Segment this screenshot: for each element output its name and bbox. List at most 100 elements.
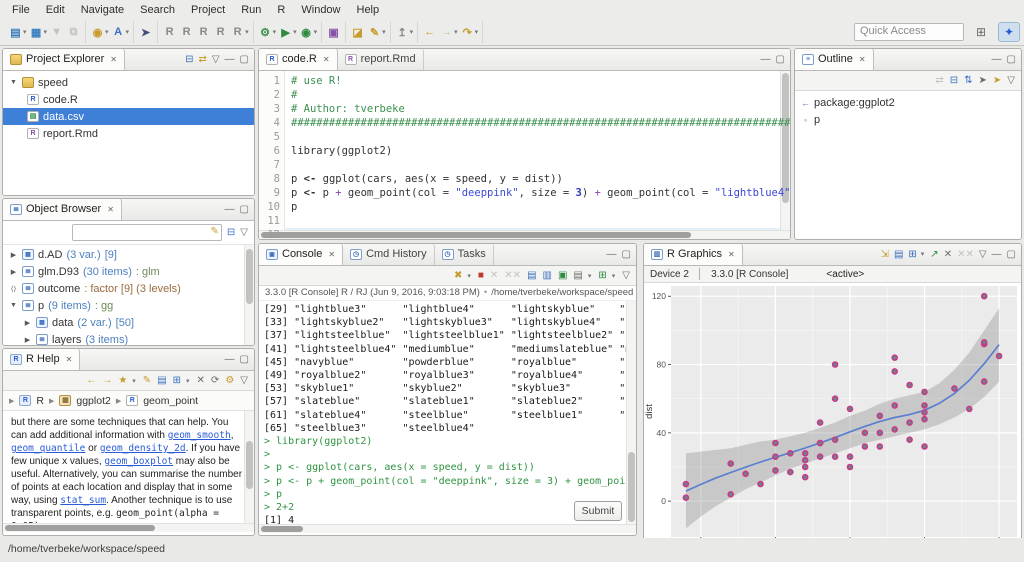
breadcrumb-item[interactable]: R (36, 395, 44, 407)
close-icon[interactable]: ✕ (323, 55, 330, 64)
object-item-d.AD[interactable]: ▶ ▦ d.AD (3 var.) [9] (3, 246, 254, 263)
dropdown-arrow-icon[interactable]: ▾ (105, 28, 109, 36)
scrollbar-thumb[interactable] (261, 526, 303, 532)
tree-item-project-speed[interactable]: ▼ speed (3, 74, 254, 91)
stop-icon[interactable]: ✕ (197, 375, 205, 386)
edit-icon[interactable]: ✎ (143, 375, 151, 386)
export-icon[interactable]: ↗ (930, 249, 938, 260)
last-edit-location-button[interactable]: ↷ (459, 22, 476, 42)
code-area[interactable]: # use R!## Author: tverbeke#############… (285, 71, 790, 230)
tab-project-explorer[interactable]: Project Explorer ✕ (3, 48, 125, 70)
maximize-icon[interactable]: ▢ (1007, 249, 1016, 260)
breadcrumb-item[interactable]: ggplot2 (76, 395, 110, 407)
maximize-icon[interactable]: ▢ (240, 354, 249, 365)
run-button[interactable]: ▶ (277, 22, 294, 42)
help-back-icon[interactable]: ← (86, 375, 96, 386)
bookmark-icon[interactable]: ★ (118, 375, 127, 386)
view-menu-icon[interactable]: ▽ (1007, 75, 1015, 86)
maximize-icon[interactable]: ▢ (240, 54, 249, 65)
help-link[interactable]: geom_quantile (11, 443, 85, 454)
menu-item-window[interactable]: Window (293, 2, 348, 18)
open-perspective-button[interactable]: ▣ (325, 22, 342, 42)
tab-outline[interactable]: ≡ Outline ✕ (795, 48, 874, 70)
refresh-icon[interactable]: ⟳ (211, 375, 219, 386)
dropdown-arrow-icon[interactable]: ▾ (273, 28, 277, 36)
help-link[interactable]: geom_boxplot (104, 456, 173, 467)
dropdown-arrow-icon[interactable]: ▾ (126, 28, 130, 36)
scrollbar-thumb[interactable] (5, 525, 155, 531)
run-upto-line-in-r-button[interactable]: R (212, 22, 229, 42)
menu-item-help[interactable]: Help (349, 2, 388, 18)
console-tab-console[interactable]: ▣ Console ✕ (259, 243, 343, 265)
help-link[interactable]: stat_sum (60, 495, 106, 506)
tab-r-graphics[interactable]: ▥ R Graphics ✕ (644, 243, 743, 265)
configure-icon[interactable]: ▥ (543, 270, 552, 281)
expand-arrow-icon[interactable]: ▶ (23, 319, 32, 327)
object-item-data[interactable]: ▶ ▦ data (2 var.) [50] (3, 314, 254, 331)
debug-button[interactable]: ⚙ (257, 22, 274, 42)
submit-button[interactable]: Submit (574, 501, 622, 521)
open-in-view-icon[interactable]: ⊞ (908, 249, 916, 260)
statet-perspective-icon[interactable]: ✦ (998, 22, 1020, 42)
maximize-icon[interactable]: ▢ (776, 54, 785, 65)
dropdown-arrow-icon[interactable]: ▾ (410, 28, 414, 36)
dropdown-arrow-icon[interactable]: ▾ (454, 28, 458, 36)
scrollbar-thumb[interactable] (246, 249, 253, 304)
run-line-in-r-button[interactable]: R (178, 22, 195, 42)
view-menu-icon[interactable]: ▽ (240, 227, 248, 238)
minimize-icon[interactable]: — (225, 54, 235, 65)
object-filter-input[interactable]: ✎ (72, 224, 222, 241)
dropdown-arrow-icon[interactable]: ▾ (44, 28, 48, 36)
settings-icon[interactable]: ⚙ (225, 375, 234, 386)
help-link[interactable]: geom_density_2d (100, 443, 186, 454)
breadcrumb-arrow-icon[interactable]: ▶ (116, 397, 121, 405)
remove-all-launches-icon[interactable]: ✕✕ (504, 270, 521, 281)
breadcrumb-arrow-icon[interactable]: ▶ (49, 397, 54, 405)
console-tab-cmd-history[interactable]: ◷ Cmd History (343, 243, 435, 265)
minimize-icon[interactable]: — (225, 204, 235, 215)
scrollbar-thumb[interactable] (261, 232, 691, 238)
close-device-icon[interactable]: ✕ (944, 249, 952, 260)
open-console-icon[interactable]: ⊞ (598, 270, 606, 281)
dropdown-arrow-icon[interactable]: ▾ (245, 28, 249, 36)
sort-icon[interactable]: ⇅ (964, 75, 972, 86)
maximize-icon[interactable]: ▢ (622, 249, 631, 260)
collapse-all-icon[interactable]: ⊟ (950, 75, 958, 86)
menu-item-project[interactable]: Project (183, 2, 233, 18)
wand-button[interactable]: ✎ (366, 22, 383, 42)
minimize-icon[interactable]: — (992, 54, 1002, 65)
close-icon[interactable]: ✕ (66, 355, 73, 364)
view-menu-icon[interactable]: ▽ (212, 54, 220, 65)
editor-tab-report.Rmd[interactable]: R report.Rmd (338, 48, 424, 70)
new-r-element-button[interactable]: ▦ (28, 22, 45, 42)
menu-item-r[interactable]: R (269, 2, 293, 18)
close-icon[interactable]: ✕ (728, 250, 735, 259)
expand-arrow-icon[interactable]: ▶ (9, 268, 18, 276)
dropdown-arrow-icon[interactable]: ▾ (314, 28, 318, 36)
insert-snippet-icon[interactable]: ▤ (527, 270, 536, 281)
cancel-task-icon[interactable]: ✖ (454, 270, 462, 281)
run-snippet-button[interactable]: ◉ (89, 22, 106, 42)
tree-item-code.R[interactable]: R code.R (3, 91, 254, 108)
open-in-browser-icon[interactable]: ⊞ (173, 375, 181, 386)
view-menu-icon[interactable]: ▽ (622, 270, 630, 281)
help-forward-icon[interactable]: → (102, 375, 112, 386)
menu-item-search[interactable]: Search (132, 2, 183, 18)
back-button[interactable]: ← (421, 22, 438, 42)
new-wizard-button[interactable]: ▤ (7, 22, 24, 42)
terminate-icon[interactable]: ■ (478, 270, 484, 281)
tree-item-data.csv[interactable]: ▤ data.csv (3, 108, 254, 125)
menu-item-edit[interactable]: Edit (38, 2, 73, 18)
save-all-button[interactable]: ⧉ (65, 22, 82, 42)
close-all-devices-icon[interactable]: ✕✕ (957, 249, 974, 260)
console-tab-tasks[interactable]: ◷ Tasks (435, 243, 494, 265)
breadcrumb-arrow-icon[interactable]: ▶ (9, 397, 14, 405)
close-icon[interactable]: ✕ (328, 250, 335, 259)
pin-editor-button[interactable]: ↥ (394, 22, 411, 42)
expand-arrow-icon[interactable]: ▼ (9, 79, 18, 86)
menu-item-file[interactable]: File (4, 2, 38, 18)
minimize-icon[interactable]: — (225, 354, 235, 365)
close-icon[interactable]: ✕ (859, 55, 866, 64)
menu-item-navigate[interactable]: Navigate (73, 2, 132, 18)
dropdown-arrow-icon[interactable]: ▾ (23, 28, 27, 36)
